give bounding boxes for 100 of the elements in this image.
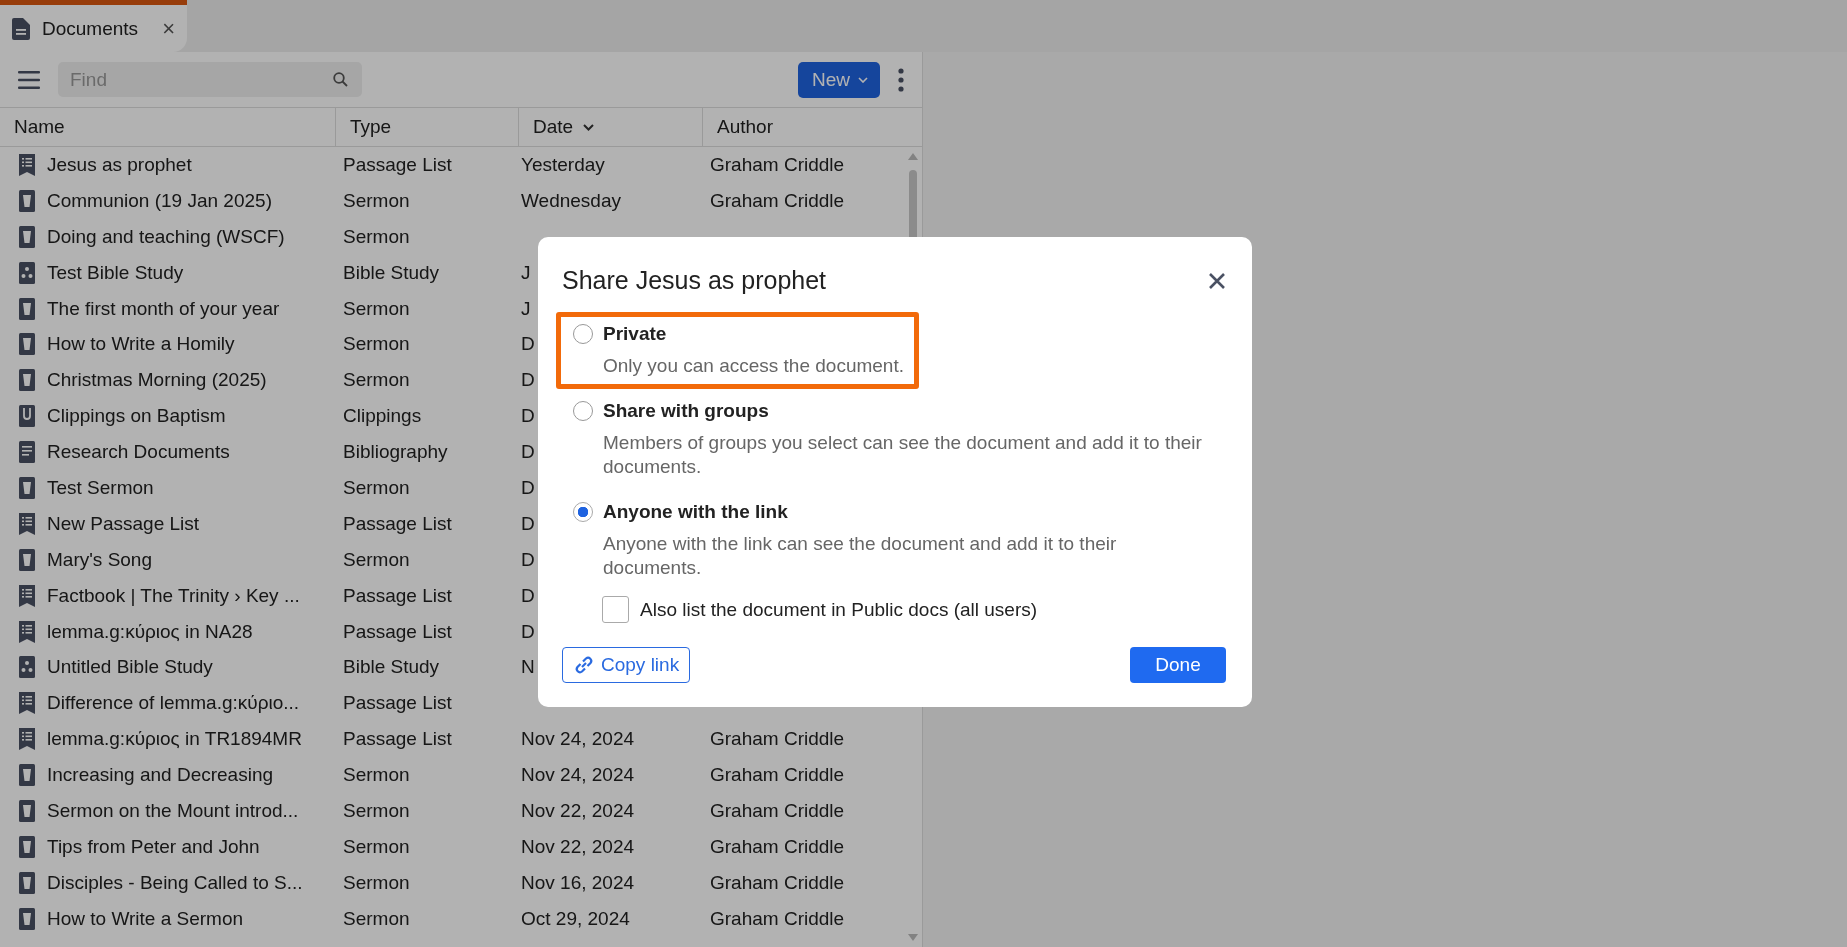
scroll-up-icon[interactable] — [908, 153, 918, 160]
document-type: Sermon — [343, 835, 410, 857]
document-date: N — [521, 656, 535, 678]
tab-close[interactable]: × — [162, 15, 175, 42]
document-type: Sermon — [343, 907, 410, 929]
document-type: Bible Study — [343, 656, 440, 678]
bibliography-icon — [19, 441, 35, 464]
menu-icon[interactable] — [18, 70, 40, 89]
document-name[interactable]: lemma.g:κύριος in TR1894MR — [47, 728, 302, 751]
document-type: Sermon — [343, 369, 410, 391]
search-field[interactable]: Find — [58, 62, 362, 97]
document-type: Passage List — [343, 692, 452, 714]
document-author: Graham Criddle — [710, 799, 845, 821]
document-name[interactable]: Untitled Bible Study — [47, 656, 213, 679]
document-date: D — [521, 476, 535, 498]
passage-list-icon — [19, 728, 35, 751]
sermon-icon — [19, 297, 35, 320]
sermon-icon — [19, 764, 35, 787]
document-date: D — [521, 512, 535, 534]
document-name[interactable]: Clippings on Baptism — [47, 405, 226, 428]
document-name[interactable]: Sermon on the Mount introd... — [47, 799, 299, 822]
document-name[interactable]: How to Write a Homily — [47, 333, 235, 356]
column-header[interactable]: Author — [703, 108, 922, 146]
document-type: Sermon — [343, 189, 410, 211]
document-date: D — [521, 584, 535, 606]
document-name[interactable]: Jesus as prophet — [47, 153, 192, 176]
clippings-icon — [19, 405, 35, 428]
document-author: Graham Criddle — [710, 728, 845, 750]
column-header[interactable]: Type — [336, 108, 519, 146]
scroll-down-icon[interactable] — [908, 934, 918, 941]
option-label[interactable]: Private — [603, 323, 667, 345]
document-date: Nov 24, 2024 — [521, 764, 635, 786]
new-button[interactable]: New — [798, 61, 880, 98]
document-type: Sermon — [343, 799, 410, 821]
document-name[interactable]: Factbook | The Trinity › Key ... — [47, 584, 300, 607]
document-date: Nov 16, 2024 — [521, 871, 635, 893]
document-type: Sermon — [343, 476, 410, 498]
document-name[interactable]: Test Sermon — [47, 476, 154, 499]
close-icon[interactable] — [1208, 271, 1226, 290]
document-date: Wednesday — [521, 189, 621, 211]
option-description: Only you can access the document. — [602, 354, 904, 378]
option-label[interactable]: Anyone with the link — [603, 501, 788, 523]
document-date: Yesterday — [521, 153, 605, 175]
caret-icon — [858, 76, 868, 83]
bible-study-icon — [19, 656, 35, 679]
document-date: J — [521, 297, 531, 319]
option-description: Anyone with the link can see the document and add it to their documents. — [602, 532, 1118, 580]
option-label[interactable]: Share with groups — [603, 400, 769, 422]
document-date: Oct 29, 2024 — [521, 907, 630, 929]
document-type: Sermon — [343, 297, 410, 319]
sermon-icon — [19, 907, 35, 930]
document-type: Passage List — [343, 153, 452, 175]
document-type: Passage List — [343, 512, 452, 534]
document-type: Clippings — [343, 405, 422, 427]
document-name[interactable]: Mary's Song — [47, 548, 152, 571]
sermon-icon — [19, 835, 35, 858]
more-icon[interactable] — [898, 67, 904, 92]
tab-title: Documents — [42, 17, 139, 40]
passage-list-icon — [19, 620, 35, 643]
document-name[interactable]: New Passage List — [47, 512, 200, 535]
document-name[interactable]: Research Documents — [47, 441, 230, 464]
document-name[interactable]: Disciples - Being Called to S... — [47, 871, 303, 894]
sermon-icon — [19, 189, 35, 212]
document-author: Graham Criddle — [710, 153, 845, 175]
document-name[interactable]: Tips from Peter and John — [47, 835, 260, 858]
document-name[interactable]: Difference of lemma.g:κύριο... — [47, 692, 300, 715]
document-type: Bibliography — [343, 441, 448, 463]
document-date: Nov 22, 2024 — [521, 835, 635, 857]
document-name[interactable]: The first month of your year — [47, 297, 280, 320]
document-date: J — [521, 261, 531, 283]
document-name[interactable]: Communion (19 Jan 2025) — [47, 189, 272, 212]
column-header[interactable]: Name — [0, 108, 336, 146]
copy-link-button[interactable]: Copy link — [562, 647, 691, 683]
document-type: Bible Study — [343, 261, 440, 283]
passage-list-icon — [19, 584, 35, 607]
sermon-icon — [19, 225, 35, 248]
document-type: Sermon — [343, 333, 410, 355]
document-name[interactable]: Increasing and Decreasing — [47, 764, 274, 787]
document-type: Passage List — [343, 620, 452, 642]
dialog-title: Share Jesus as prophet — [562, 266, 827, 295]
search-icon[interactable] — [333, 72, 348, 87]
radio-button[interactable] — [573, 502, 593, 522]
document-name[interactable]: lemma.g:κύριος in NA28 — [47, 620, 253, 643]
passage-list-icon — [19, 153, 35, 176]
document-date: D — [521, 369, 535, 391]
document-date: D — [521, 333, 535, 355]
checkbox[interactable] — [602, 596, 629, 623]
bible-study-icon — [19, 261, 35, 284]
done-button[interactable]: Done — [1130, 647, 1226, 683]
sermon-icon — [19, 548, 35, 571]
column-header[interactable]: Date — [519, 108, 703, 146]
document-name[interactable]: Doing and teaching (WSCF) — [47, 225, 285, 248]
document-name[interactable]: Test Bible Study — [47, 261, 184, 284]
document-date: D — [521, 620, 535, 642]
sermon-icon — [19, 333, 35, 356]
documents-tab[interactable]: Documents × — [0, 0, 187, 52]
checkbox-label[interactable]: Also list the document in Public docs (all users) — [640, 598, 1038, 621]
document-name[interactable]: How to Write a Sermon — [47, 907, 244, 930]
document-name[interactable]: Christmas Morning (2025) — [47, 369, 267, 392]
document-author: Graham Criddle — [710, 907, 845, 929]
